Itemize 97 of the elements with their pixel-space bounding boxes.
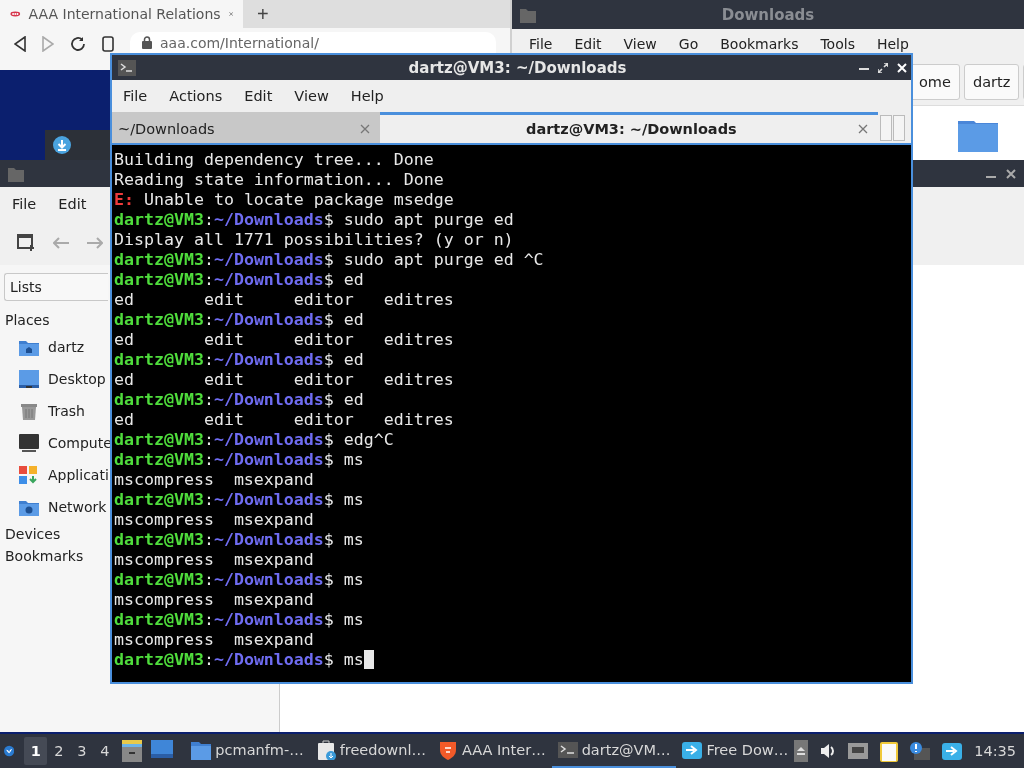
output-line: mscompress msexpand (114, 550, 315, 570)
window-icon[interactable] (151, 740, 174, 758)
address-bar[interactable]: aaa.com/International/ (130, 32, 496, 53)
applications-icon (19, 466, 39, 484)
section-heading: Bookmarks (4, 547, 85, 566)
notification-icon[interactable] (910, 742, 931, 760)
sidebar-item[interactable]: Applicati (4, 459, 109, 491)
network-icon[interactable] (848, 743, 869, 759)
menu-item[interactable]: View (285, 86, 338, 106)
new-tab-icon[interactable] (17, 234, 35, 252)
network-folder-icon (19, 498, 39, 516)
back-icon[interactable] (14, 36, 26, 52)
folder-icon (958, 118, 998, 152)
output-line: ed edit editor editres (114, 290, 455, 310)
output-line: mscompress msexpand (114, 510, 315, 530)
prompt-line: dartz@VM3:~/Downloads$ sudo apt purge ed (114, 210, 515, 230)
computer-icon (19, 434, 39, 452)
prompt-line: dartz@VM3:~/Downloads$ ms (114, 610, 365, 630)
section-heading: Places (4, 311, 51, 330)
prompt-line: dartz@VM3:~/Downloads$ ms (114, 570, 365, 590)
desktop-icon (19, 370, 39, 388)
output-line: mscompress msexpand (114, 590, 315, 610)
workspace-button[interactable]: 2 (47, 737, 71, 765)
download-icon (53, 136, 71, 154)
clock[interactable]: 14:35 (974, 743, 1016, 759)
output-line: ed edit editor editres (114, 330, 455, 350)
prompt-line: dartz@VM3:~/Downloads$ ms (114, 490, 365, 510)
trash-icon (19, 402, 39, 420)
sidebar-item[interactable]: Compute (4, 427, 112, 459)
menu-item[interactable]: Help (341, 86, 393, 106)
prompt-line: dartz@VM3:~/Downloads$ sudo apt purge ed ^C (114, 250, 545, 270)
shield-icon (437, 740, 458, 760)
terminal-icon (118, 59, 136, 76)
menu-item[interactable]: Edit (565, 34, 611, 54)
reload-icon[interactable] (70, 36, 86, 52)
error-line: E: Unable to locate package msedge (114, 190, 455, 210)
bookmark-icon[interactable] (102, 36, 114, 52)
folder-icon (8, 165, 24, 182)
prompt-line: dartz@VM3:~/Downloads$ ed (114, 350, 365, 370)
close-icon[interactable] (1006, 168, 1016, 179)
prompt-line: dartz@VM3:~/Downloads$ ed (114, 390, 365, 410)
workspace-button[interactable]: 4 (93, 737, 117, 765)
menu-item[interactable]: Go (669, 34, 708, 54)
download-icon (315, 740, 336, 760)
folder-icon (520, 6, 536, 23)
output-line: ed edit editor editres (114, 370, 455, 390)
sidebar-item[interactable]: dartz (4, 331, 85, 363)
menu-item[interactable]: Bookmarks (711, 34, 808, 54)
window-title: dartz@VM3: ~/Downloads (407, 58, 627, 77)
window-title: Downloads (721, 5, 816, 24)
sidebar-item[interactable]: Network (4, 491, 107, 523)
sidebar-item[interactable]: Trash (4, 395, 85, 427)
path-button[interactable]: ome (910, 64, 960, 100)
folder-icon (191, 740, 212, 760)
taskbar-button[interactable]: freedownl… (309, 734, 432, 768)
menu-item[interactable]: Tools (811, 34, 864, 54)
terminal-tab[interactable]: ~/Downloads (112, 112, 380, 143)
view-selector[interactable]: Lists (4, 273, 108, 301)
output-line: Reading state information... Done (114, 170, 445, 190)
taskbar-button[interactable]: Free Dow… (676, 734, 795, 768)
prompt-line: dartz@VM3:~/Downloads$ ed (114, 270, 365, 290)
eject-icon[interactable] (794, 740, 809, 762)
clipboard-icon[interactable] (880, 740, 899, 762)
lock-icon (142, 36, 152, 49)
volume-icon[interactable] (820, 743, 837, 759)
workspace-button[interactable]: 1 (24, 737, 48, 765)
menu-item[interactable]: File (114, 86, 157, 106)
new-tab-button[interactable]: + (243, 0, 283, 28)
prompt-line: dartz@VM3:~/Downloads$ ed (114, 310, 365, 330)
maximize-icon[interactable] (878, 62, 888, 73)
path-button[interactable]: dartz (963, 64, 1020, 100)
taskbar-button[interactable]: dartz@VM… (551, 734, 677, 768)
menu-item[interactable]: Edit (49, 194, 96, 214)
menu-item[interactable]: Edit (235, 86, 282, 106)
output-line: mscompress msexpand (114, 630, 315, 650)
output-line: ed edit editor editres (114, 410, 455, 430)
menu-item[interactable]: File (520, 34, 562, 54)
terminal-icon (557, 740, 578, 760)
home-folder-icon (19, 338, 39, 356)
output-line: Display all 1771 possibilities? (y or n) (114, 230, 515, 250)
menu-item[interactable]: Actions (160, 86, 232, 106)
menu-item[interactable]: Help (867, 34, 918, 54)
taskbar-button[interactable]: pcmanfm-… (185, 734, 310, 768)
prompt-line: dartz@VM3:~/Downloads$ ms (114, 650, 909, 670)
menu-item[interactable]: View (614, 34, 666, 54)
sidebar-item[interactable]: Desktop (4, 363, 106, 395)
output-line: mscompress msexpand (114, 470, 315, 490)
file-cabinet-icon[interactable] (122, 740, 143, 762)
prompt-line: dartz@VM3:~/Downloads$ ms (114, 450, 365, 470)
output-line: Building dependency tree... Done (114, 150, 435, 170)
taskbar-button[interactable]: AAA Inter… (431, 734, 552, 768)
menu-item[interactable]: File (3, 194, 46, 214)
browser-tab[interactable]: AAA International Relations (0, 0, 243, 28)
section-heading: Devices (4, 525, 62, 544)
prompt-line: dartz@VM3:~/Downloads$ ms (114, 530, 365, 550)
prompt-line: dartz@VM3:~/Downloads$ edg^C (114, 430, 395, 450)
workspace-button[interactable]: 3 (70, 737, 94, 765)
